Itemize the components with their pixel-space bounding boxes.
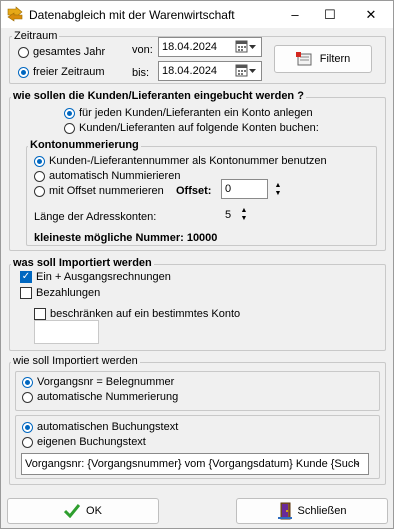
check-rechnungen-label: Ein + Ausgangsrechnungen [36,271,171,283]
calendar-icon [235,40,256,53]
window-title: Datenabgleich mit der Warenwirtschaft [29,8,235,22]
laenge-label: Länge der Adresskonten: [34,211,157,223]
check-beschraenken[interactable]: beschränken auf ein bestimmtes Konto [34,308,240,320]
von-date-value: 18.04.2024 [162,41,218,53]
buchungstext-template-select[interactable]: Vorgangsnr: {Vorgangsnummer} vom {Vorgan… [21,453,369,475]
konto-input[interactable] [34,320,99,344]
calendar-icon [235,64,256,77]
radio-indicator [22,436,33,448]
maximize-icon: ☐ [324,6,336,22]
app-icon [7,6,23,22]
filter-icon [295,52,312,66]
radio-offset-label: mit Offset nummerieren [49,185,164,197]
checkmark-icon: ✓ [20,271,32,283]
radio-auto-buchungstext-label: automatischen Buchungstext [37,421,179,433]
radio-konto-anlegen[interactable]: für jeden Kunden/Lieferanten ein Konto a… [64,107,313,119]
checkbox-indicator [34,308,46,320]
filter-button[interactable]: Filtern [274,45,372,73]
import-was-label: was soll Importiert werden [11,257,154,269]
radio-eigener-buchungstext[interactable]: eigenen Buchungstext [22,436,146,448]
kleinste-nummer: kleineste mögliche Nummer: 10000 [34,232,218,244]
schliessen-button[interactable]: Schließen [236,498,388,524]
radio-eigener-buchungstext-label: eigenen Buchungstext [37,436,146,448]
radio-indicator [18,46,29,58]
radio-automatisch-label: automatisch Nummierieren [49,170,181,182]
radio-kundennummer-label: Kunden-/Lieferantennummer als Kontonumme… [49,155,327,167]
radio-gesamtes-jahr[interactable]: gesamtes Jahr [18,46,105,58]
spin-down-icon: ▼ [240,215,248,222]
spin-up-icon: ▲ [274,182,282,189]
dialog-window: Datenabgleich mit der Warenwirtschaft – … [0,0,394,529]
schliessen-button-label: Schließen [297,505,347,517]
radio-indicator [22,376,33,388]
check-beschraenken-label: beschränken auf ein bestimmtes Konto [50,308,241,320]
checkbox-indicator [20,287,32,299]
radio-indicator [64,107,75,119]
radio-konto-anlegen-label: für jeden Kunden/Lieferanten ein Konto a… [79,107,313,119]
radio-indicator [22,421,33,433]
buchungstext-template-value: Vorgangsnr: {Vorgangsnummer} vom {Vorgan… [25,458,360,470]
ok-button[interactable]: OK [7,498,159,524]
bis-calendar-button[interactable] [235,64,257,78]
radio-freier-zeitraum[interactable]: freier Zeitraum [18,66,105,78]
ok-button-label: OK [86,505,102,517]
radio-indicator [34,185,45,197]
bis-date-value: 18.04.2024 [162,65,218,77]
import-wie-label: wie soll Importiert werden [11,355,140,367]
kontonummerierung-label: Kontonummerierung [28,139,141,151]
laenge-value: 5 [225,209,232,221]
minimize-button[interactable]: – [277,1,313,28]
radio-indicator [34,170,45,182]
radio-automatisch[interactable]: automatisch Nummierieren [34,170,180,182]
von-calendar-button[interactable] [235,40,257,54]
close-button[interactable]: ✕ [353,1,389,28]
spin-up-icon: ▲ [240,207,248,214]
radio-offset[interactable]: mit Offset nummerieren [34,185,164,197]
laenge-spinner[interactable]: ▲ ▼ [237,206,251,224]
radio-auto-nummerierung-label: automatische Nummerierung [37,391,179,403]
radio-indicator [64,122,75,134]
radio-folgende-konten-label: Kunden/Lieferanten auf folgende Konten b… [79,122,319,134]
checkmark-icon [64,504,81,518]
chevron-down-icon[interactable]: ⌄ [353,457,361,468]
minimize-icon: – [291,7,299,22]
radio-indicator [22,391,33,403]
radio-folgende-konten[interactable]: Kunden/Lieferanten auf folgende Konten b… [64,122,319,134]
radio-indicator [18,66,29,78]
title-bar: Datenabgleich mit der Warenwirtschaft – … [1,1,393,28]
maximize-button[interactable]: ☐ [312,1,348,28]
spin-down-icon: ▼ [274,190,282,197]
check-bezahlungen[interactable]: Bezahlungen [20,287,100,299]
close-icon: ✕ [365,6,377,22]
radio-vorgangsnr[interactable]: Vorgangsnr = Belegnummer [22,376,174,388]
zeitraum-label: Zeitraum [12,30,60,42]
buchung-label: wie sollen die Kunden/Lieferanten eingeb… [11,90,306,102]
bis-label: bis: [132,67,150,79]
filter-button-label: Filtern [319,53,351,65]
exit-door-icon [277,502,292,520]
radio-auto-nummerierung[interactable]: automatische Nummerierung [22,391,178,403]
offset-input[interactable]: 0 [221,179,268,199]
laenge-input[interactable]: 5 [221,205,236,225]
offset-label: Offset: [176,185,212,197]
radio-indicator [34,155,45,167]
radio-freier-zeitraum-label: freier Zeitraum [33,66,105,78]
check-rechnungen[interactable]: ✓ Ein + Ausgangsrechnungen [20,271,171,283]
radio-kundennummer[interactable]: Kunden-/Lieferantennummer als Kontonumme… [34,155,327,167]
check-bezahlungen-label: Bezahlungen [36,287,101,299]
radio-gesamtes-jahr-label: gesamtes Jahr [33,46,106,58]
radio-vorgangsnr-label: Vorgangsnr = Belegnummer [37,376,175,388]
radio-auto-buchungstext[interactable]: automatischen Buchungstext [22,421,178,433]
von-label: von: [132,44,153,56]
offset-spinner[interactable]: ▲ ▼ [271,181,285,199]
offset-value: 0 [225,183,232,195]
